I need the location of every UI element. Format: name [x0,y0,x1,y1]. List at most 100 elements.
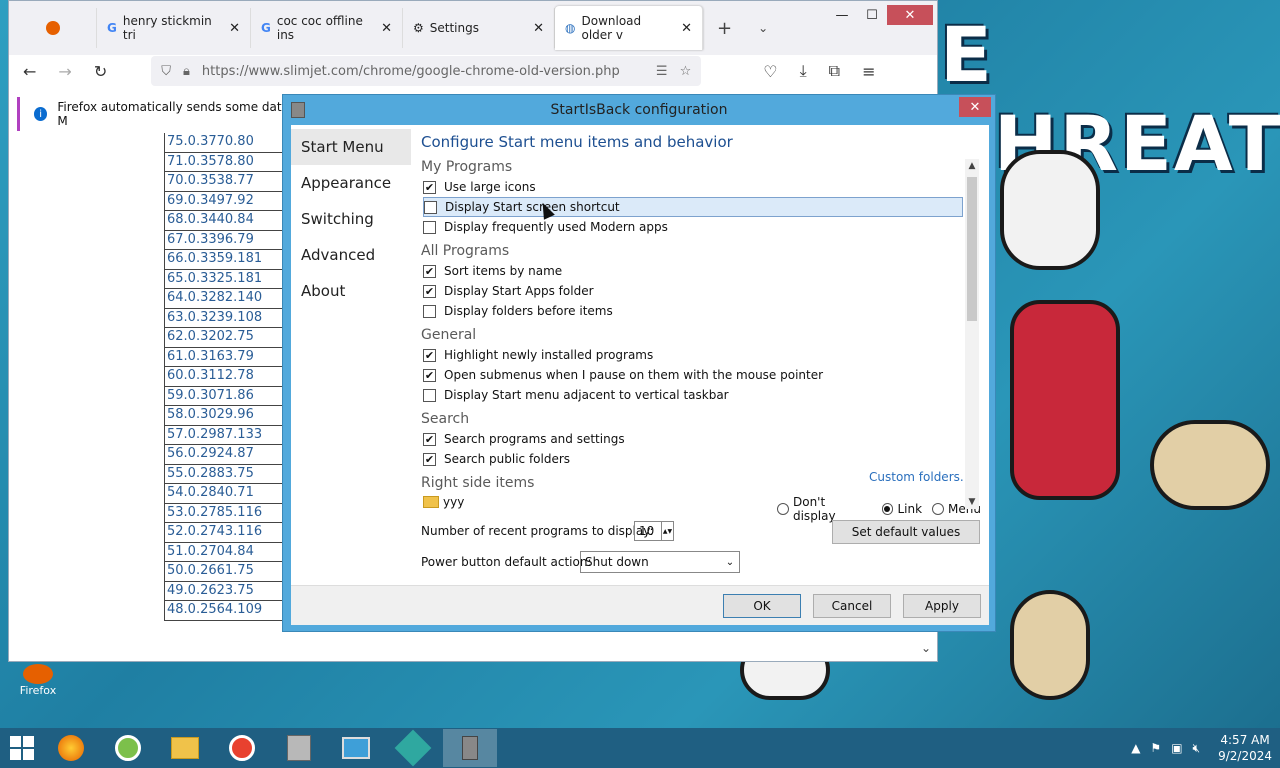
radio-dont-display[interactable] [777,503,789,515]
version-link[interactable]: 75.0.3770.80 [165,133,286,153]
version-link[interactable]: 60.0.3112.78 [165,367,286,387]
minimize-icon[interactable]: — [827,5,857,25]
scroll-down-icon[interactable]: ▼ [965,495,979,509]
version-link[interactable]: 64.0.3282.140 [165,289,286,309]
option-open-submenus[interactable]: ✔ Open submenus when I pause on them with… [423,365,963,385]
maximize-icon[interactable]: ☐ [857,5,887,25]
version-link[interactable]: 56.0.2924.87 [165,445,286,465]
checkbox[interactable]: ✔ [423,284,436,298]
checkbox[interactable]: ✔ [423,264,436,278]
stepper-value[interactable]: 10 [639,524,654,538]
dialog-close-icon[interactable]: ✕ [959,97,991,117]
version-link[interactable]: 71.0.3578.80 [165,153,286,172]
ok-button[interactable]: OK [723,594,801,618]
sidebar-item-start-menu[interactable]: Start Menu [291,129,411,165]
reader-icon[interactable]: ☰ [656,64,668,79]
checkbox[interactable] [423,388,436,402]
url-text[interactable]: https://www.slimjet.com/chrome/google-ch… [202,64,620,79]
url-bar[interactable]: ⛉ 🔒︎ https://www.slimjet.com/chrome/goog… [151,56,702,86]
desktop-icon-firefox[interactable]: Firefox [16,664,60,700]
option-adjacent-taskbar[interactable]: Display Start menu adjacent to vertical … [423,385,963,405]
scroll-up-icon[interactable]: ▲ [965,159,979,173]
close-window-icon[interactable]: ✕ [887,5,933,25]
volume-muted-icon[interactable]: 🔇︎ [1193,741,1201,756]
sidebar-item-appearance[interactable]: Appearance [291,165,411,201]
tab-coc-coc[interactable]: G coc coc offline ins ✕ [251,8,403,48]
tab-download-older[interactable]: ◍ Download older v ✕ [555,6,703,50]
version-link[interactable]: 52.0.2743.116 [165,523,286,543]
clock[interactable]: 4:57 AM 9/2/2024 [1218,732,1272,764]
checkbox[interactable]: ✔ [423,432,436,446]
lock-icon[interactable]: 🔒︎ [183,64,190,79]
taskbar-file-explorer[interactable] [158,729,212,767]
option-sort-by-name[interactable]: ✔ Sort items by name [423,261,963,281]
version-link[interactable]: 58.0.3029.96 [165,406,286,426]
version-link[interactable]: 53.0.2785.116 [165,504,286,523]
option-large-icons[interactable]: ✔ Use large icons [423,177,963,197]
sidebar-item-advanced[interactable]: Advanced [291,237,411,273]
version-link[interactable]: 61.0.3163.79 [165,348,286,367]
checkbox[interactable]: ✔ [423,180,436,194]
close-tab-icon[interactable]: ✕ [533,21,544,36]
version-link[interactable]: 59.0.3071.86 [165,387,286,406]
reload-icon[interactable]: ↻ [94,62,107,81]
scroll-thumb[interactable] [967,177,977,321]
version-link[interactable]: 55.0.2883.75 [165,465,286,484]
close-tab-icon[interactable]: ✕ [681,21,692,36]
version-link[interactable]: 69.0.3497.92 [165,192,286,211]
close-tab-icon[interactable]: ✕ [229,21,240,36]
set-default-values-button[interactable]: Set default values [832,520,980,544]
menu-icon[interactable]: ≡ [862,62,875,81]
radio-menu[interactable] [932,503,945,515]
tab-firefox[interactable] [9,8,97,48]
close-tab-icon[interactable]: ✕ [381,21,392,36]
taskbar-recorder[interactable] [215,729,269,767]
version-link[interactable]: 66.0.3359.181 [165,250,286,270]
taskbar-firefox[interactable] [44,729,98,767]
option-folders-before-items[interactable]: Display folders before items [423,301,963,321]
forward-icon[interactable]: → [58,62,71,81]
taskbar-coccoc[interactable] [101,729,155,767]
version-link[interactable]: 63.0.3239.108 [165,309,286,328]
show-hidden-icons[interactable]: ▲ [1131,741,1140,755]
flag-icon[interactable]: ⚑ [1150,741,1161,755]
tab-henry-stickmin[interactable]: G henry stickmin tri ✕ [97,8,251,48]
network-status-icon[interactable]: ▣ [1171,741,1182,755]
option-modern-apps[interactable]: Display frequently used Modern apps [423,217,963,237]
taskbar-control-panel[interactable] [329,729,383,767]
version-link[interactable]: 68.0.3440.84 [165,211,286,231]
version-link[interactable]: 70.0.3538.77 [165,172,286,192]
recent-programs-stepper[interactable]: 10 ▲▼ [634,521,674,541]
checkbox[interactable] [424,200,437,214]
version-link[interactable]: 51.0.2704.84 [165,543,286,562]
radio-link[interactable] [881,503,894,515]
version-link[interactable]: 49.0.2623.75 [165,582,286,601]
download-icon[interactable]: ⤓ [800,61,807,81]
scroll-down-icon[interactable]: ⌄ [921,641,931,655]
bookmark-star-icon[interactable]: ☆ [680,64,692,79]
stepper-arrows-icon[interactable]: ▲▼ [661,522,673,540]
version-link[interactable]: 67.0.3396.79 [165,231,286,250]
chevron-down-icon[interactable]: ⌄ [758,21,768,35]
version-link[interactable]: 57.0.2987.133 [165,426,286,445]
power-button-select[interactable]: Shut down ⌄ [580,551,740,573]
back-icon[interactable]: ← [23,62,36,81]
version-link[interactable]: 62.0.3202.75 [165,328,286,348]
custom-folders-link[interactable]: Custom folders... [869,470,971,484]
option-highlight-new[interactable]: ✔ Highlight newly installed programs [423,345,963,365]
tab-settings[interactable]: ⚙ Settings ✕ [403,8,555,48]
option-search-public[interactable]: ✔ Search public folders [423,449,963,469]
right-side-item-yyy[interactable]: yyy [423,495,464,509]
checkbox[interactable]: ✔ [423,368,436,382]
cancel-button[interactable]: Cancel [813,594,891,618]
settings-scrollbar[interactable]: ▲ ▼ [965,159,979,509]
version-link[interactable]: 48.0.2564.109 [165,601,286,621]
shield-icon[interactable]: ⛉ [161,64,171,79]
checkbox[interactable]: ✔ [423,452,436,466]
version-link[interactable]: 65.0.3325.181 [165,270,286,289]
sidebar-item-switching[interactable]: Switching [291,201,411,237]
taskbar-startisback[interactable] [443,729,497,767]
apply-button[interactable]: Apply [903,594,981,618]
version-link[interactable]: 50.0.2661.75 [165,562,286,582]
version-link[interactable]: 54.0.2840.71 [165,484,286,504]
